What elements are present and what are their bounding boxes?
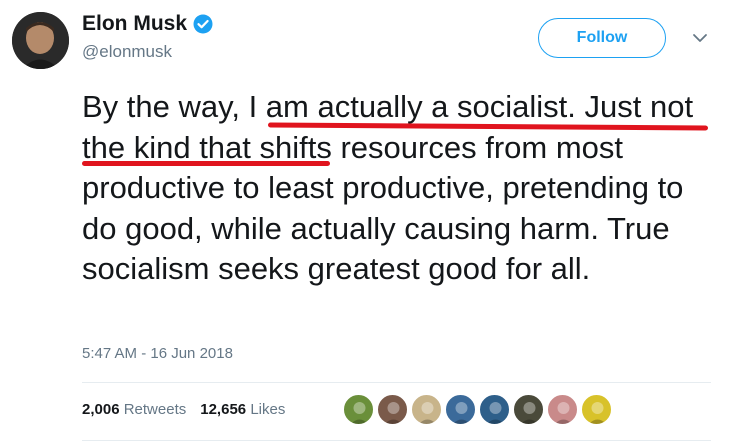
liker-avatar[interactable] (581, 394, 612, 425)
author-handle[interactable]: @elonmusk (82, 42, 172, 62)
author-name[interactable]: Elon Musk (82, 10, 213, 38)
retweets-label: Retweets (123, 401, 187, 418)
liker-avatar[interactable] (377, 394, 408, 425)
likes-stat[interactable]: 12,656 Likes (200, 401, 285, 418)
avatar[interactable] (12, 12, 69, 69)
liker-avatar[interactable] (411, 394, 442, 425)
verified-badge-icon (193, 14, 213, 34)
tweet-stats: 2,006 Retweets 12,656 Likes (82, 401, 285, 418)
likes-label: Likes (250, 401, 286, 418)
follow-button[interactable]: Follow (538, 18, 666, 58)
author-name-text[interactable]: Elon Musk (82, 10, 187, 38)
divider (82, 440, 711, 441)
chevron-down-icon[interactable] (690, 28, 710, 48)
liker-avatar[interactable] (445, 394, 476, 425)
divider (82, 382, 711, 383)
liker-avatar[interactable] (513, 394, 544, 425)
tweet-text-part1: By the way, (82, 89, 249, 124)
liker-avatar[interactable] (479, 394, 510, 425)
retweets-count: 2,006 (82, 401, 120, 418)
red-underline-annotation (82, 161, 330, 166)
likes-count: 12,656 (200, 401, 247, 418)
retweets-stat[interactable]: 2,006 Retweets (82, 401, 186, 418)
liker-avatars (343, 394, 615, 425)
liker-avatar[interactable] (547, 394, 578, 425)
tweet-timestamp[interactable]: 5:47 AM - 16 Jun 2018 (82, 345, 233, 362)
tweet-text: By the way, I am actually a socialist. J… (82, 87, 722, 290)
liker-avatar[interactable] (343, 394, 374, 425)
